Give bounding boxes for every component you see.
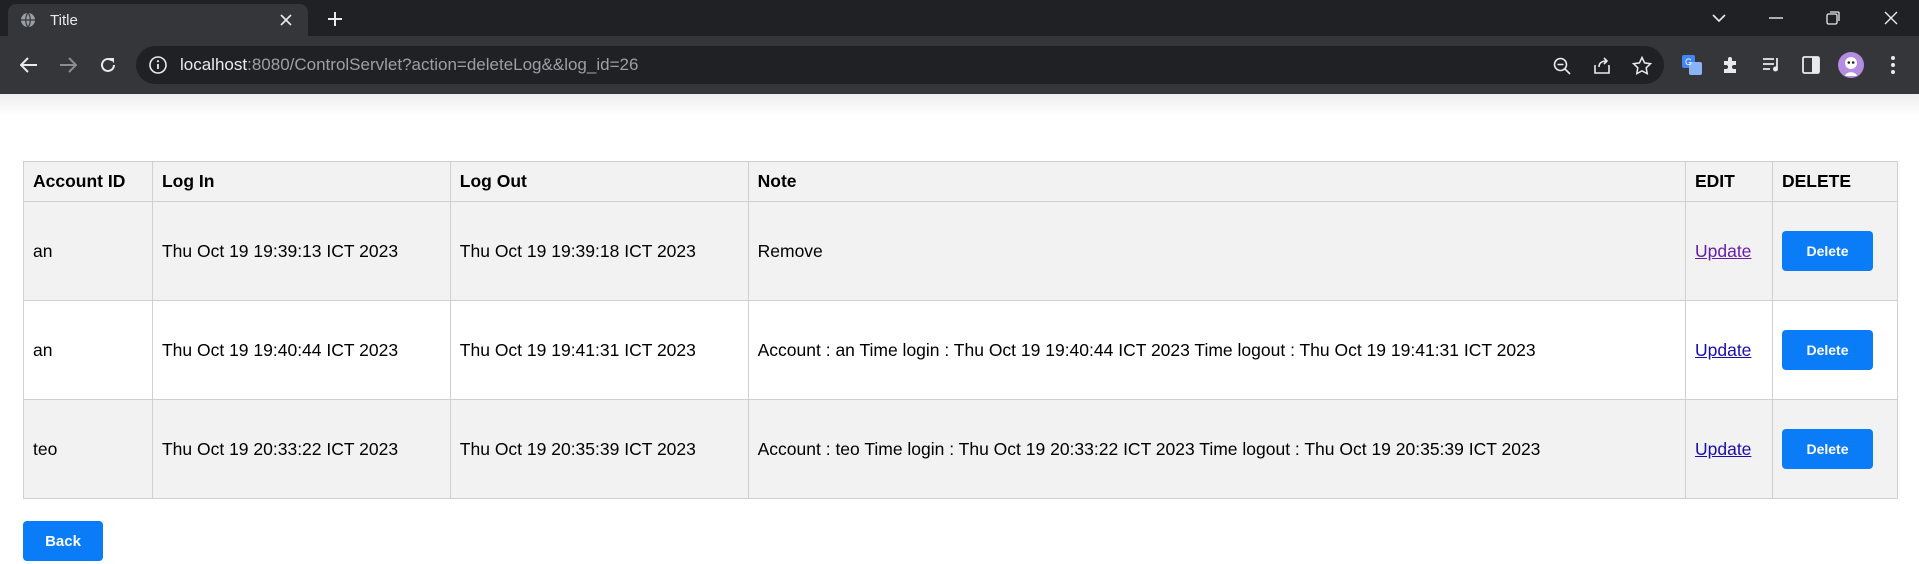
header-log-in: Log In bbox=[151, 161, 451, 202]
translate-extension-icon[interactable]: G bbox=[1679, 52, 1705, 78]
url-text: localhost:8080/ControlServlet?action=del… bbox=[180, 55, 638, 75]
cell-account-id: an bbox=[23, 300, 153, 400]
restore-icon[interactable] bbox=[1818, 3, 1848, 33]
delete-button[interactable]: Delete bbox=[1781, 330, 1873, 370]
globe-icon bbox=[20, 12, 36, 28]
cell-account-id: an bbox=[23, 201, 153, 301]
cell-log-in: Thu Oct 19 19:39:13 ICT 2023 bbox=[151, 201, 451, 301]
cell-log-out: Thu Oct 19 20:35:39 ICT 2023 bbox=[449, 399, 749, 499]
page-top-shadow bbox=[0, 94, 1919, 116]
cell-note: Account : an Time login : Thu Oct 19 19:… bbox=[747, 300, 1686, 400]
zoom-out-icon[interactable] bbox=[1551, 55, 1573, 77]
profile-avatar-icon[interactable] bbox=[1838, 52, 1864, 78]
side-panel-icon[interactable] bbox=[1798, 52, 1824, 78]
update-link[interactable]: Update bbox=[1695, 340, 1751, 360]
cell-log-out: Thu Oct 19 19:39:18 ICT 2023 bbox=[449, 201, 749, 301]
table-row: teo Thu Oct 19 20:33:22 ICT 2023 Thu Oct… bbox=[23, 399, 1899, 499]
reload-icon[interactable] bbox=[93, 50, 123, 80]
bookmark-star-icon[interactable] bbox=[1631, 55, 1653, 77]
share-icon[interactable] bbox=[1591, 55, 1613, 77]
table-row: an Thu Oct 19 19:39:13 ICT 2023 Thu Oct … bbox=[23, 201, 1899, 301]
header-account-id: Account ID bbox=[23, 161, 153, 202]
cell-note: Remove bbox=[747, 201, 1686, 301]
back-button[interactable]: Back bbox=[23, 521, 103, 561]
media-playlist-icon[interactable] bbox=[1759, 52, 1785, 78]
cell-edit: Update bbox=[1684, 300, 1773, 400]
cell-delete: Delete bbox=[1771, 399, 1899, 499]
table-row: an Thu Oct 19 19:40:44 ICT 2023 Thu Oct … bbox=[23, 300, 1899, 400]
browser-toolbar: localhost:8080/ControlServlet?action=del… bbox=[0, 36, 1919, 94]
browser-tabstrip: Title bbox=[0, 0, 1919, 36]
address-bar[interactable]: localhost:8080/ControlServlet?action=del… bbox=[136, 46, 1664, 84]
browser-tab[interactable]: Title bbox=[8, 4, 308, 36]
delete-button[interactable]: Delete bbox=[1781, 429, 1873, 469]
header-delete: DELETE bbox=[1771, 161, 1899, 202]
close-window-icon[interactable] bbox=[1876, 3, 1906, 33]
minimize-icon[interactable] bbox=[1761, 3, 1791, 33]
cell-delete: Delete bbox=[1771, 201, 1899, 301]
svg-text:G: G bbox=[1685, 57, 1692, 67]
close-tab-icon[interactable] bbox=[276, 10, 296, 30]
site-info-icon[interactable] bbox=[148, 55, 168, 75]
url-path: :8080/ControlServlet?action=deleteLog&&l… bbox=[247, 55, 639, 74]
header-note: Note bbox=[747, 161, 1686, 202]
extensions-puzzle-icon[interactable] bbox=[1718, 52, 1744, 78]
delete-button[interactable]: Delete bbox=[1781, 231, 1873, 271]
url-host: localhost bbox=[180, 55, 248, 74]
cell-log-out: Thu Oct 19 19:41:31 ICT 2023 bbox=[449, 300, 749, 400]
cell-edit: Update bbox=[1684, 201, 1773, 301]
cell-account-id: teo bbox=[23, 399, 153, 499]
log-table: Account ID Log In Log Out Note EDIT DELE… bbox=[23, 161, 1899, 499]
cell-delete: Delete bbox=[1771, 300, 1899, 400]
update-link[interactable]: Update bbox=[1695, 241, 1751, 261]
tab-search-chevron-icon[interactable] bbox=[1704, 3, 1734, 33]
header-log-out: Log Out bbox=[449, 161, 749, 202]
browser-menu-kebab-icon[interactable] bbox=[1880, 52, 1906, 78]
cell-note: Account : teo Time login : Thu Oct 19 20… bbox=[747, 399, 1686, 499]
back-arrow-icon[interactable] bbox=[14, 50, 44, 80]
update-link[interactable]: Update bbox=[1695, 439, 1751, 459]
table-header-row: Account ID Log In Log Out Note EDIT DELE… bbox=[23, 161, 1899, 202]
tab-title: Title bbox=[50, 11, 78, 29]
cell-log-in: Thu Oct 19 19:40:44 ICT 2023 bbox=[151, 300, 451, 400]
header-edit: EDIT bbox=[1684, 161, 1773, 202]
forward-arrow-icon[interactable] bbox=[53, 50, 83, 80]
new-tab-icon[interactable] bbox=[322, 6, 348, 32]
cell-edit: Update bbox=[1684, 399, 1773, 499]
cell-log-in: Thu Oct 19 20:33:22 ICT 2023 bbox=[151, 399, 451, 499]
